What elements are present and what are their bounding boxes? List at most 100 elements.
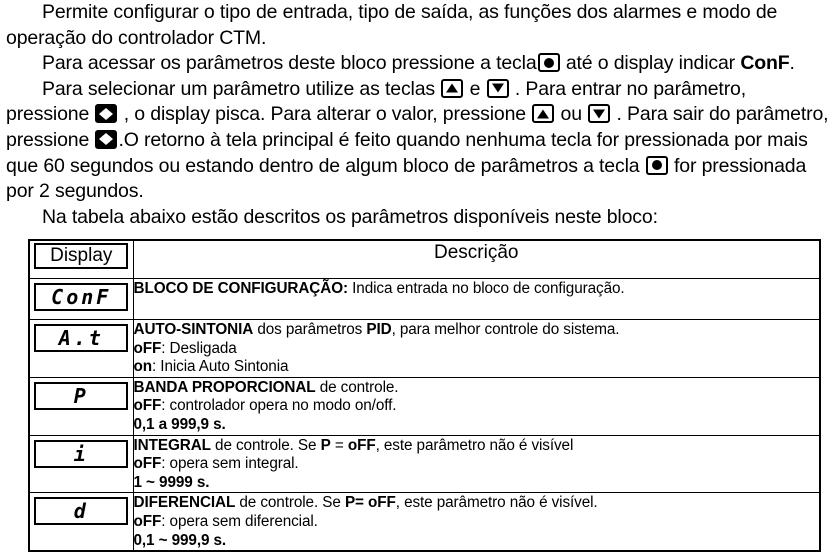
document-page: Permite configurar o tipo de entrada, ti… <box>0 0 840 552</box>
description-line: oFF: opera sem diferencial. <box>134 513 820 532</box>
term-bold: oFF <box>133 455 162 473</box>
table-row: i INTEGRAL de controle. Se P = oFF, este… <box>28 434 821 494</box>
term-rest: : opera sem integral. <box>161 455 299 473</box>
term-bold: BANDA PROPORCIONAL <box>133 378 316 396</box>
term-rest: : opera sem diferencial. <box>161 512 318 530</box>
up-arrow-key-icon-2[interactable] <box>532 104 555 124</box>
display-cell: P <box>28 376 134 436</box>
lcd-display-p: P <box>34 381 129 410</box>
lcd-display-d: d <box>34 497 129 526</box>
left-right-arrow-key-icon[interactable] <box>95 104 118 124</box>
description-line: BLOCO DE CONFIGURAÇÃO: Indica entrada no… <box>134 279 820 299</box>
display-cell: A.t <box>28 319 134 378</box>
dot-key-icon-2[interactable] <box>645 155 668 175</box>
dot-key-icon[interactable] <box>537 53 560 73</box>
paragraph-2-text-b: até o display indicar <box>565 52 736 75</box>
term-bold: oFF <box>133 339 162 357</box>
triangle-down-glyph <box>593 109 606 119</box>
description-line: INTEGRAL de controle. Se P = oFF, este p… <box>134 436 820 456</box>
term-bold: BLOCO DE CONFIGURAÇÃO: <box>133 280 349 297</box>
description-line: 1 ~ 9999 s. <box>134 474 820 493</box>
term-bold: oFF <box>133 512 162 530</box>
display-cell: ConF <box>28 278 134 320</box>
triangle-right-glyph <box>106 107 114 120</box>
lcd-display-conf: ConF <box>34 283 129 311</box>
term-bold: AUTO-SINTONIA <box>133 321 254 338</box>
paragraph-3-text-a: Para selecionar um parâmetro utilize as … <box>42 77 436 100</box>
triangle-up-glyph <box>446 83 459 93</box>
conf-label: ConF <box>740 52 790 75</box>
column-header-description: Descrição <box>132 239 821 279</box>
paragraph-1: Permite configurar o tipo de entrada, ti… <box>6 0 834 51</box>
description-line: oFF: controlador opera no modo on/off. <box>134 397 820 416</box>
term-bold-2: P <box>320 436 331 454</box>
triangle-up-glyph <box>537 109 550 119</box>
description-line: BANDA PROPORCIONAL de controle. <box>134 378 820 398</box>
paragraph-3-text-c: . Para entrar no parâmetro, <box>514 77 747 100</box>
dot-glyph <box>543 57 554 68</box>
down-arrow-key-icon-2[interactable] <box>588 104 611 124</box>
term-bold: INTEGRAL <box>133 436 211 454</box>
description-cell: AUTO-SINTONIA dos parâmetros PID, para m… <box>132 319 821 378</box>
up-arrow-key-icon[interactable] <box>441 78 464 98</box>
left-right-arrow-key-icon-2[interactable] <box>95 129 118 149</box>
triangle-left-glyph <box>99 133 107 146</box>
paragraph-3-text-g: . Para sair do <box>616 103 731 126</box>
term-bold: oFF <box>133 397 162 415</box>
parameters-table: Display Descrição ConF BLOCO DE CONFIGUR… <box>28 239 821 552</box>
term-bold: 1 ~ 9999 s. <box>133 473 210 491</box>
description-cell: DIFERENCIAL de controle. Se P= oFF, este… <box>132 492 821 552</box>
term-rest: dos parâmetros <box>253 321 367 338</box>
description-line: 0,1 a 999,9 s. <box>134 416 820 435</box>
term-rest: de controle. <box>315 378 399 396</box>
paragraph-3-text-k: parâmetros a tecla <box>480 154 640 177</box>
table-row: P BANDA PROPORCIONAL de controle. oFF: c… <box>28 376 821 436</box>
term-rest-3: , este parâmetro não é visível <box>375 436 574 454</box>
term-bold: on <box>133 358 153 376</box>
description-line: 0,1 ~ 999,9 s. <box>134 532 820 551</box>
paragraph-1-text: Permite configurar o tipo de entrada, ti… <box>42 1 751 23</box>
paragraph-3-text-f: ou <box>560 103 583 126</box>
lcd-display-i: i <box>34 439 129 468</box>
table-row: ConF BLOCO DE CONFIGURAÇÃO: Indica entra… <box>28 278 821 320</box>
paragraph-3-text-d: pressione <box>6 103 90 126</box>
table-header-row: Display Descrição <box>28 239 821 279</box>
description-line: oFF: opera sem integral. <box>134 455 820 474</box>
paragraph-3: Para selecionar um parâmetro utilize as … <box>6 77 834 205</box>
paragraph-2: Para acessar os parâmetros deste bloco p… <box>6 51 834 77</box>
paragraph-4: Na tabela abaixo estão descritos os parâ… <box>6 205 834 231</box>
description-cell: BANDA PROPORCIONAL de controle. oFF: con… <box>132 376 821 436</box>
term-bold: 0,1 ~ 999,9 s. <box>133 531 227 549</box>
display-cell: i <box>28 434 134 494</box>
term-bold: 0,1 a 999,9 s. <box>133 415 226 433</box>
table-row: A.t AUTO-SINTONIA dos parâmetros PID, pa… <box>28 319 821 378</box>
term-bold-2: PID <box>366 321 392 338</box>
display-header-box: Display <box>34 243 129 269</box>
dot-glyph <box>651 160 662 171</box>
term-rest: : Inicia Auto Sintonia <box>152 358 289 376</box>
paragraph-3-text-i: .O retorno à tela principal é feito quan… <box>118 128 619 151</box>
table-row: d DIFERENCIAL de controle. Se P= oFF, es… <box>28 492 821 552</box>
description-cell: INTEGRAL de controle. Se P = oFF, este p… <box>132 434 821 494</box>
paragraph-4-text: Na tabela abaixo estão descritos os parâ… <box>42 205 658 228</box>
term-rest-2: , para melhor controle do sistema. <box>391 321 620 338</box>
term-rest: : controlador opera no modo on/off. <box>161 397 397 415</box>
display-cell: d <box>28 492 134 552</box>
down-arrow-key-icon[interactable] <box>486 78 509 98</box>
triangle-right-glyph <box>106 133 114 146</box>
description-line: oFF: Desligada <box>134 340 820 359</box>
description-cell: BLOCO DE CONFIGURAÇÃO: Indica entrada no… <box>132 278 821 320</box>
lcd-display-at: A.t <box>34 324 129 352</box>
triangle-left-glyph <box>99 107 107 120</box>
term-rest-2: = <box>330 436 348 454</box>
paragraph-2-text-d: . <box>789 52 795 75</box>
term-rest: de controle. Se <box>210 436 321 454</box>
parameters-table-wrapper: Display Descrição ConF BLOCO DE CONFIGUR… <box>28 239 821 552</box>
description-line: AUTO-SINTONIA dos parâmetros PID, para m… <box>134 320 820 340</box>
description-line: on: Inicia Auto Sintonia <box>134 358 820 377</box>
term-bold-3: oFF <box>347 436 376 454</box>
column-header-display: Display <box>28 239 134 279</box>
term-rest: Indica entrada no bloco de configuração. <box>348 280 625 297</box>
paragraph-3-text-e: , o display pisca. Para alterar o valor,… <box>123 103 526 126</box>
triangle-down-glyph <box>491 83 504 93</box>
